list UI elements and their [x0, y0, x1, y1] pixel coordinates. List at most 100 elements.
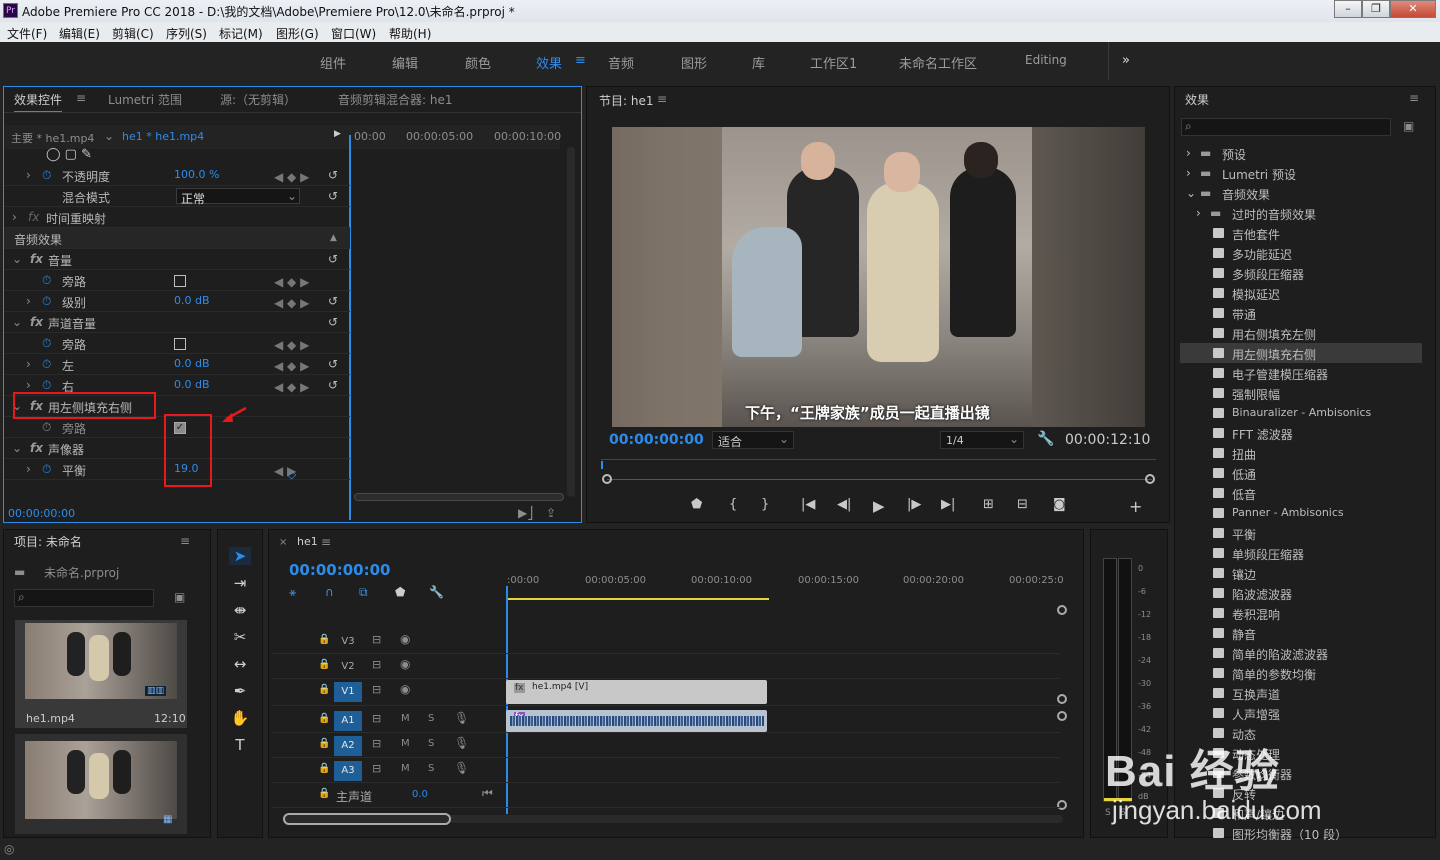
reset-icon[interactable]: ↺ [328, 315, 338, 329]
menu-sequence[interactable]: 序列(S) [166, 25, 207, 42]
menu-edit[interactable]: 编辑(E) [59, 25, 100, 42]
stopwatch-icon[interactable]: ⏱ [42, 336, 51, 351]
lock-icon[interactable]: 🔒 [318, 659, 330, 670]
ws-assembly[interactable]: 组件 [320, 53, 346, 72]
timeline-tab[interactable]: he1 [297, 535, 318, 548]
solo-button[interactable]: S [428, 713, 434, 724]
wrench-icon[interactable]: 🔧 [1037, 431, 1054, 447]
ws-audio[interactable]: 音频 [608, 53, 634, 72]
quality-dropdown[interactable]: 1/4 ⌄ [940, 431, 1024, 449]
camera-icon[interactable]: ◙ [1053, 497, 1066, 512]
folder-lumetri-presets[interactable]: › ▬ Lumetri 预设 [1180, 163, 1422, 183]
timeline-timecode[interactable]: 00:00:00:00 [289, 561, 391, 579]
ec-timecode[interactable]: 00:00:00:00 [8, 507, 75, 520]
ws-effects[interactable]: 效果 [536, 53, 562, 72]
expand-chevron-icon[interactable]: › [26, 294, 31, 308]
mute-button[interactable]: M [401, 763, 410, 774]
stopwatch-icon[interactable]: ⏱ [42, 357, 51, 372]
effect-item[interactable]: 平衡 [1180, 523, 1422, 543]
effect-item[interactable]: 低通 [1180, 463, 1422, 483]
eye-icon[interactable]: ◉ [400, 632, 410, 646]
effect-item[interactable]: 人声增强 [1180, 703, 1422, 723]
opacity-value[interactable]: 100.0 % [174, 168, 219, 181]
track-zoom-handle[interactable] [1057, 605, 1067, 615]
play-icon[interactable]: ▶ [873, 497, 885, 515]
master-volume-value[interactable]: 0.0 [412, 789, 428, 800]
effect-item[interactable]: Panner - Ambisonics [1180, 503, 1422, 523]
collapse-chevron-icon[interactable]: ⌄ [12, 441, 22, 455]
stopwatch-icon[interactable]: ⏱ [42, 378, 51, 393]
project-search-input[interactable]: ⌕ [14, 589, 154, 607]
mute-button[interactable]: M [401, 713, 410, 724]
blend-mode-dropdown[interactable]: 正常 ⌄ [176, 188, 300, 206]
effect-item[interactable]: 互换声道 [1180, 683, 1422, 703]
effect-item[interactable]: 多功能延迟 [1180, 243, 1422, 263]
ws-graphics[interactable]: 图形 [681, 53, 707, 72]
left-channel-value[interactable]: 0.0 dB [174, 357, 210, 370]
minimize-button[interactable]: – [1334, 0, 1362, 18]
ripple-edit-tool-icon[interactable]: ⇼ [229, 601, 251, 619]
solo-button[interactable]: S [428, 763, 434, 774]
add-marker-icon[interactable]: ⬟ [691, 497, 702, 512]
effect-item[interactable]: 吉他套件 [1180, 223, 1422, 243]
ws-color[interactable]: 颜色 [465, 53, 491, 72]
snap-icon[interactable]: ∩ [325, 585, 334, 599]
step-back-icon[interactable]: ◀| [837, 497, 851, 512]
ws-overflow-icon[interactable]: » [1122, 53, 1130, 68]
expand-chevron-icon[interactable]: › [26, 378, 31, 392]
solo-button[interactable]: S [428, 738, 434, 749]
stopwatch-icon[interactable]: ⏱ [42, 168, 51, 183]
program-timecode[interactable]: 00:00:00:00 [609, 432, 704, 448]
menu-file[interactable]: 文件(F) [7, 25, 47, 42]
project-title[interactable]: 项目: 未命名 [14, 533, 82, 550]
add-button-icon[interactable]: + [1129, 497, 1142, 516]
tab-source[interactable]: 源:（无剪辑） [220, 91, 296, 108]
play-triangle-icon[interactable]: ▶ [334, 129, 341, 139]
new-bin-icon[interactable]: ▣ [1403, 119, 1414, 133]
keyframe-nav-icon[interactable]: ◀ ◇ ▶ [274, 464, 296, 481]
effects-search-input[interactable]: ⌕ [1181, 118, 1391, 136]
reset-icon[interactable]: ↺ [328, 189, 338, 203]
effect-item[interactable]: 强制限幅 [1180, 383, 1422, 403]
go-to-in-icon[interactable]: |◀ [801, 497, 815, 512]
eye-icon[interactable]: ◉ [400, 657, 410, 671]
close-window-button[interactable]: ✕ [1390, 0, 1436, 18]
track-a3-label[interactable]: A3 [334, 761, 362, 781]
zoom-handle-right[interactable] [1145, 474, 1155, 484]
program-title[interactable]: 节目: he1 [599, 92, 653, 109]
keyframe-nav-icon[interactable]: ◀ ◆ ▶ [274, 359, 309, 373]
fit-dropdown[interactable]: 适合 ⌄ [712, 431, 794, 449]
ws-workspace1[interactable]: 工作区1 [810, 53, 857, 72]
panel-menu-icon[interactable]: ≡ [76, 91, 86, 105]
meter-solo-left[interactable]: S [1105, 808, 1111, 818]
sync-lock-icon[interactable]: ⊟ [372, 683, 381, 696]
effect-item[interactable]: 多频段压缩器 [1180, 263, 1422, 283]
fx-icon[interactable]: fx [30, 252, 43, 266]
track-v1-label[interactable]: V1 [334, 682, 362, 702]
right-channel-value[interactable]: 0.0 dB [174, 378, 210, 391]
ws-editing-custom[interactable]: Editing [1025, 53, 1067, 67]
keyframe-nav-icon[interactable]: ◀ ◆ ▶ [274, 170, 309, 184]
close-tab-icon[interactable]: × [279, 537, 287, 548]
go-to-end-icon[interactable]: ⏮ [482, 786, 493, 801]
lock-icon[interactable]: 🔒 [318, 738, 330, 749]
lift-icon[interactable]: ⊞ [983, 497, 994, 512]
microphone-icon[interactable]: 🎙 [454, 761, 469, 775]
hand-tool-icon[interactable]: ✋ [229, 709, 251, 727]
slip-tool-icon[interactable]: ↔ [229, 655, 251, 673]
keyframe-nav-icon[interactable]: ◀ ◆ ▶ [274, 296, 309, 310]
keyframe-nav-icon[interactable]: ◀ ◆ ▶ [274, 380, 309, 394]
work-area-bar[interactable] [507, 598, 769, 600]
program-playhead[interactable] [601, 461, 603, 469]
add-marker-icon[interactable]: ⬟ [395, 585, 405, 599]
panel-menu-icon[interactable]: ≡ [321, 535, 331, 549]
mask-shape-icons[interactable]: ◯ ▢ ✎ [46, 147, 92, 162]
effect-item[interactable]: FFT 滤波器 [1180, 423, 1422, 443]
folder-audio-effects[interactable]: ⌄ ▬ 音频效果 [1180, 183, 1422, 203]
sync-lock-icon[interactable]: ⊟ [372, 737, 381, 750]
play-audio-icon[interactable]: ▶⎦ [518, 506, 533, 520]
video-clip[interactable]: fx he1.mp4 [V] [506, 680, 767, 704]
zoom-handle-left[interactable] [602, 474, 612, 484]
sync-lock-icon[interactable]: ⊟ [372, 658, 381, 671]
effect-item[interactable]: Binauralizer - Ambisonics [1180, 403, 1422, 423]
